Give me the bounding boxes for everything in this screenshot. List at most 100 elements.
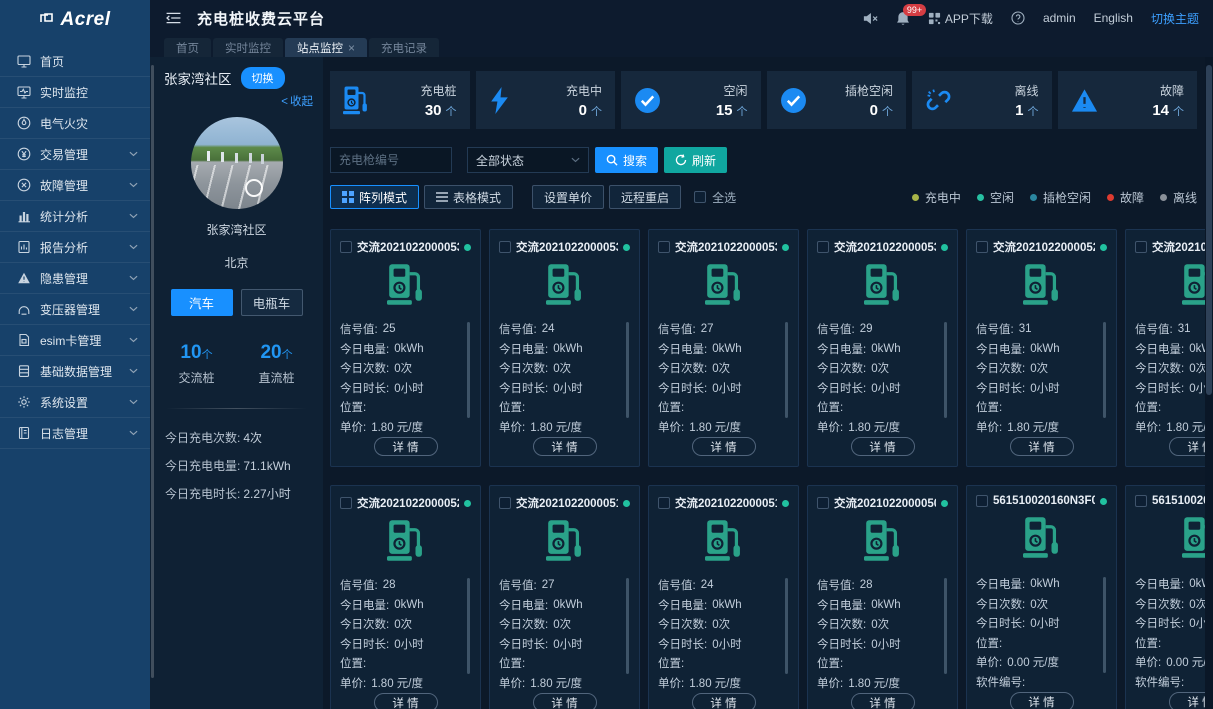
detail-button[interactable]: 详 情 bbox=[532, 693, 597, 709]
sidebar-item-transaction-management[interactable]: 交易管理 bbox=[0, 139, 150, 170]
detail-button[interactable]: 详 情 bbox=[850, 437, 915, 456]
panel-scrollbar[interactable] bbox=[151, 65, 154, 678]
detail-button[interactable]: 详 情 bbox=[691, 693, 756, 709]
sidebar-item-electrical-fire[interactable]: 电气火灾 bbox=[0, 108, 150, 139]
tab-充电记录[interactable]: 充电记录 bbox=[369, 38, 440, 57]
sidebar-item-home[interactable]: 首页 bbox=[0, 46, 150, 77]
card-scrollbar[interactable] bbox=[626, 322, 629, 419]
detail-button[interactable]: 详 情 bbox=[373, 693, 438, 709]
theme-switch-link[interactable]: 切换主题 bbox=[1151, 10, 1199, 27]
checkbox-icon[interactable] bbox=[499, 497, 511, 509]
app-root: Acrel 首页 实时监控 电气火灾 交易管理 故障管理 统计分析 报告分析 隐患管理 变压器管… bbox=[0, 0, 1213, 709]
card-stat-line: 今日次数: 0次 bbox=[817, 614, 940, 634]
toolbar-button-表格模式[interactable]: 表格模式 bbox=[424, 185, 514, 209]
sidebar-item-system-settings[interactable]: 系统设置 bbox=[0, 387, 150, 418]
notifications-button[interactable]: 99+ bbox=[896, 3, 927, 26]
card-scrollbar[interactable] bbox=[626, 578, 629, 675]
sidebar-item-transformer-management[interactable]: 变压器管理 bbox=[0, 294, 150, 325]
refresh-button[interactable]: 刷新 bbox=[664, 147, 728, 173]
card-scrollbar[interactable] bbox=[785, 578, 788, 675]
language-switcher[interactable]: English bbox=[1094, 11, 1133, 25]
card-scrollbar[interactable] bbox=[785, 322, 788, 419]
stat-label: 今日电量: bbox=[340, 343, 390, 356]
checkbox-icon[interactable] bbox=[658, 241, 670, 253]
sidebar-item-fault-management[interactable]: 故障管理 bbox=[0, 170, 150, 201]
sidebar-item-report-analysis[interactable]: 报告分析 bbox=[0, 232, 150, 263]
pile-card-title: 交流20210220000530 bbox=[834, 242, 936, 254]
checkbox-icon[interactable] bbox=[499, 241, 511, 253]
card-scrollbar[interactable] bbox=[944, 578, 947, 675]
search-button[interactable]: 搜索 bbox=[595, 147, 659, 173]
tab-首页[interactable]: 首页 bbox=[164, 38, 211, 57]
checkbox-icon[interactable] bbox=[817, 497, 829, 509]
pile-card-title: 交流20210220000514 bbox=[675, 498, 777, 510]
user-name[interactable]: admin bbox=[1043, 11, 1076, 25]
card-scrollbar[interactable] bbox=[1103, 577, 1106, 674]
detail-button[interactable]: 详 情 bbox=[691, 437, 756, 456]
legend-label: 插枪空闲 bbox=[1042, 190, 1091, 205]
chevron-down-icon bbox=[129, 151, 138, 157]
checkbox-icon[interactable] bbox=[340, 497, 352, 509]
detail-button[interactable]: 详 情 bbox=[1009, 692, 1074, 709]
mute-icon[interactable] bbox=[863, 12, 878, 25]
tab-bar: 首页 实时监控 站点监控 × 充电记录 bbox=[150, 36, 1213, 57]
sidebar-item-base-data-management[interactable]: 基础数据管理 bbox=[0, 356, 150, 387]
stat-value: 0次 bbox=[394, 619, 413, 632]
checkbox-icon[interactable] bbox=[817, 241, 829, 253]
sidebar-item-realtime-monitor[interactable]: 实时监控 bbox=[0, 77, 150, 108]
status-select[interactable]: 全部状态 bbox=[467, 147, 589, 173]
card-stat-line: 信号值: 24 bbox=[658, 575, 781, 595]
card-header: 交流20210220000523 bbox=[340, 495, 471, 511]
stat-value: 0次 bbox=[712, 363, 731, 376]
toolbar-button-阵列模式[interactable]: 阵列模式 bbox=[330, 185, 420, 209]
menu-fold-icon[interactable] bbox=[166, 12, 181, 24]
close-icon[interactable]: × bbox=[348, 41, 355, 55]
sidebar-item-log-management[interactable]: 日志管理 bbox=[0, 418, 150, 449]
vehicle-tab-汽车[interactable]: 汽车 bbox=[170, 289, 233, 316]
stat-label: 位置: bbox=[340, 402, 367, 415]
scrollbar-thumb[interactable] bbox=[1206, 65, 1212, 395]
brand-logo[interactable]: Acrel bbox=[0, 0, 150, 40]
detail-button[interactable]: 详 情 bbox=[532, 437, 597, 456]
collapse-label: 收起 bbox=[290, 96, 313, 108]
toolbar-button-设置单价[interactable]: 设置单价 bbox=[532, 185, 605, 209]
collapse-panel-link[interactable]: < 收起 bbox=[150, 93, 323, 109]
sidebar-item-statistics-analysis[interactable]: 统计分析 bbox=[0, 201, 150, 232]
status-dot bbox=[464, 499, 471, 507]
card-scrollbar[interactable] bbox=[944, 322, 947, 419]
checkbox-icon[interactable] bbox=[976, 495, 988, 507]
switch-site-button[interactable]: 切换 bbox=[240, 67, 285, 89]
toolbar-button-远程重启[interactable]: 远程重启 bbox=[609, 185, 682, 209]
stat-label: 位置: bbox=[976, 637, 1003, 650]
select-all-checkbox[interactable]: 全选 bbox=[694, 189, 736, 206]
stat-label: 今日时长: bbox=[340, 638, 390, 651]
pile-card-title: 561510020160N3F000.. bbox=[993, 495, 1095, 507]
card-scrollbar[interactable] bbox=[1103, 322, 1106, 419]
checkbox-icon[interactable] bbox=[976, 241, 988, 253]
charging-pile-icon bbox=[817, 258, 948, 310]
detail-button[interactable]: 详 情 bbox=[373, 437, 438, 456]
checkbox-icon[interactable] bbox=[658, 497, 670, 509]
vehicle-tab-电瓶车[interactable]: 电瓶车 bbox=[240, 289, 303, 316]
page-title: 充电桩收费云平台 bbox=[197, 10, 326, 28]
tab-实时监控[interactable]: 实时监控 bbox=[213, 38, 283, 57]
summary-value: 1个 bbox=[1015, 101, 1039, 119]
checkbox-icon[interactable] bbox=[340, 241, 352, 253]
stat-value: 0小时 bbox=[712, 382, 742, 395]
app-download-button[interactable]: APP下载 bbox=[928, 10, 993, 27]
card-scrollbar[interactable] bbox=[467, 578, 470, 675]
checkbox-icon[interactable] bbox=[1135, 241, 1147, 253]
stat-label: 位置: bbox=[1135, 637, 1162, 650]
stat-label: 今日电量: bbox=[499, 599, 549, 612]
checkbox-icon[interactable] bbox=[1135, 495, 1147, 507]
help-icon[interactable] bbox=[1011, 11, 1025, 25]
sidebar-item-esim-card-management[interactable]: esim卡管理 bbox=[0, 325, 150, 356]
tab-站点监控[interactable]: 站点监控 × bbox=[285, 38, 368, 57]
card-stats: 信号值: 24 今日电量: 0kWh 今日次数: 0次 今日时长: 0小时 位置: 单价: 1.80… bbox=[499, 319, 630, 436]
detail-button[interactable]: 详 情 bbox=[1009, 437, 1074, 456]
sidebar-item-hazard-management[interactable]: 隐患管理 bbox=[0, 263, 150, 294]
detail-button[interactable]: 详 情 bbox=[850, 693, 915, 709]
gun-number-input[interactable] bbox=[330, 147, 452, 173]
card-scrollbar[interactable] bbox=[467, 322, 470, 419]
page-scrollbar[interactable] bbox=[1205, 57, 1213, 709]
